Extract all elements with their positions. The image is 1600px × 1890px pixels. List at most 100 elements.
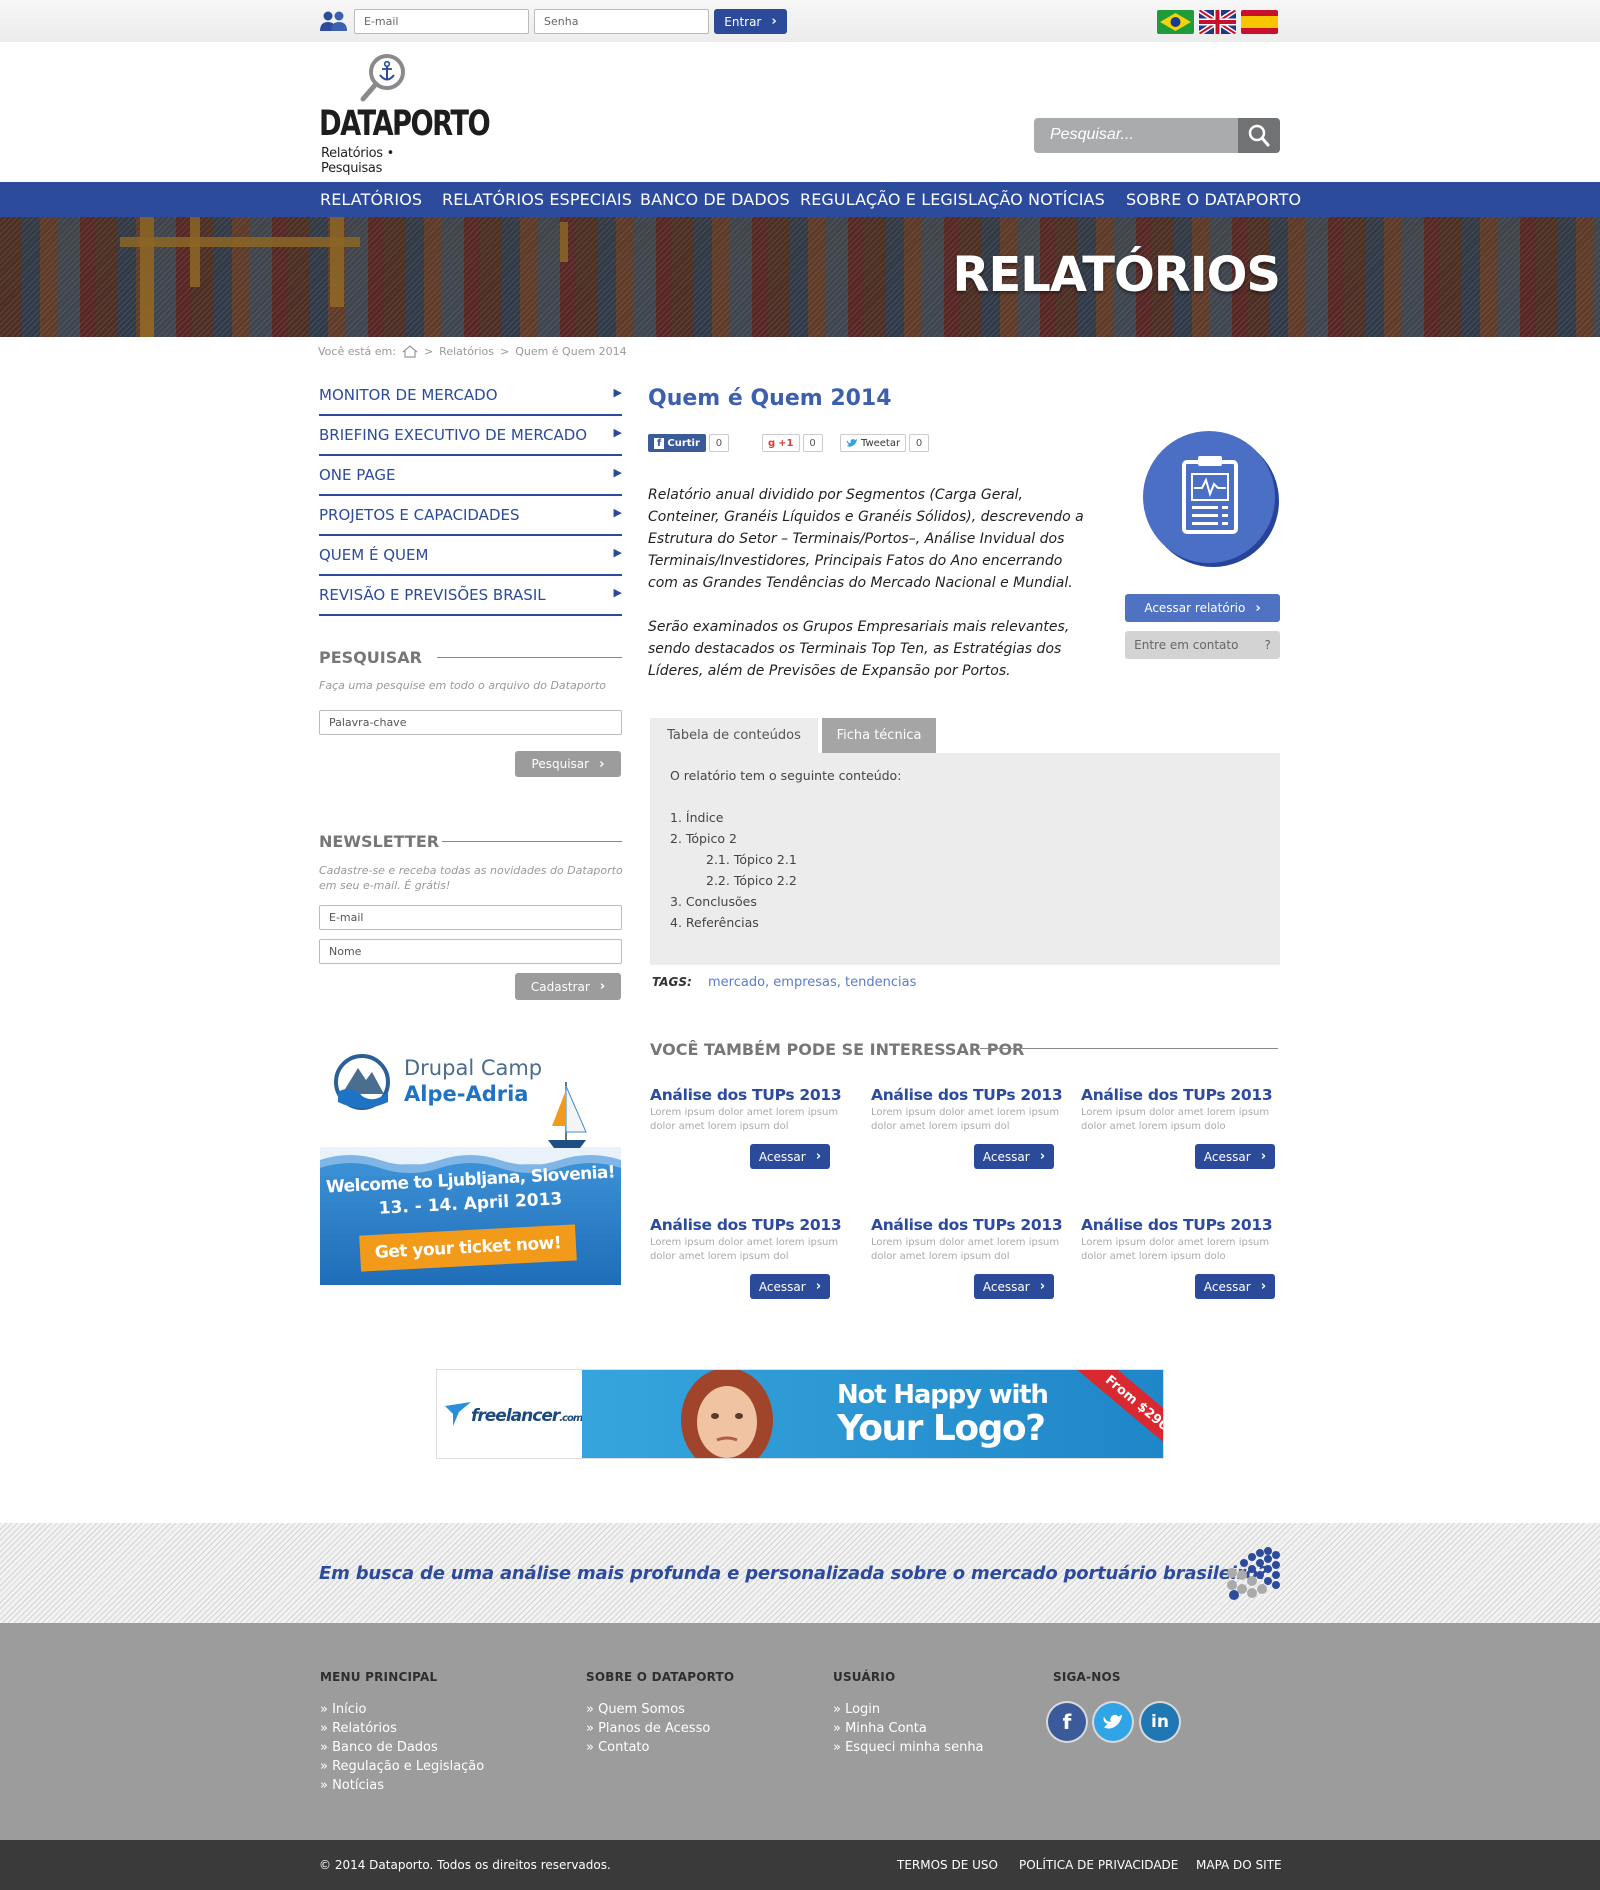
related-card-title[interactable]: Análise dos TUPs 2013 <box>650 1086 850 1104</box>
google-plus[interactable]: g +1 0 <box>762 433 823 453</box>
tags-values[interactable]: mercado, empresas, tendencias <box>708 975 916 990</box>
flag-spain-icon[interactable] <box>1241 10 1278 34</box>
triangle-right-icon: ▶ <box>613 507 622 519</box>
freelancer-logo-area: freelancer.com <box>437 1370 583 1458</box>
keyword-input[interactable]: Palavra-chave <box>319 710 622 735</box>
related-access-button[interactable]: Acessar › <box>974 1274 1054 1299</box>
footer-link[interactable]: » Notícias <box>320 1776 484 1795</box>
sidebar-item-projetos[interactable]: PROJETOS E CAPACIDADES ▶ <box>319 498 622 536</box>
nav-item-noticias[interactable]: NOTÍCIAS <box>1028 190 1105 209</box>
sidebar-search-button[interactable]: Pesquisar › <box>515 751 621 777</box>
flag-uk-icon[interactable] <box>1199 10 1236 34</box>
related-access-button[interactable]: Acessar › <box>1195 1274 1275 1299</box>
related-card-text: Lorem ipsum dolor amet lorem ipsum dolor… <box>1081 1237 1270 1262</box>
footer-link[interactable]: » Regulação e Legislação <box>320 1757 484 1776</box>
related-card-title[interactable]: Análise dos TUPs 2013 <box>1081 1216 1281 1234</box>
related-access-button[interactable]: Acessar › <box>1195 1144 1275 1169</box>
triangle-right-icon: ▶ <box>613 547 622 559</box>
toc-intro: O relatório tem o seguinte conteúdo: <box>670 768 902 783</box>
footer-column-title: USUÁRIO <box>833 1670 896 1684</box>
report-title: Quem é Quem 2014 <box>648 386 892 411</box>
nav-item-relatorios-especiais[interactable]: RELATÓRIOS ESPECIAIS <box>442 190 632 209</box>
home-icon[interactable] <box>402 345 418 358</box>
login-email-input[interactable]: E-mail <box>354 9 529 34</box>
footer-link[interactable]: » Quem Somos <box>586 1700 734 1719</box>
related-card-title[interactable]: Análise dos TUPs 2013 <box>650 1216 850 1234</box>
footer-link[interactable]: » Relatórios <box>320 1719 484 1738</box>
breadcrumb: Você está em: > Relatórios > Quem é Quem… <box>318 345 627 358</box>
cta-strip-message[interactable]: Em busca de uma análise mais profunda e … <box>319 1563 1268 1584</box>
nav-item-sobre[interactable]: SOBRE O DATAPORTO <box>1126 190 1301 209</box>
sidebar-item-monitor[interactable]: MONITOR DE MERCADO ▶ <box>319 378 622 416</box>
sidebar-item-briefing[interactable]: BRIEFING EXECUTIVO DE MERCADO ▶ <box>319 418 622 456</box>
toc-item: 2.2. Tópico 2.2 <box>706 873 797 888</box>
flag-brazil-icon[interactable] <box>1157 10 1194 34</box>
related-card-title[interactable]: Análise dos TUPs 2013 <box>1081 1086 1281 1104</box>
linkedin-icon[interactable]: in <box>1141 1703 1179 1741</box>
nav-item-relatorios[interactable]: RELATÓRIOS <box>320 190 422 209</box>
related-card-title[interactable]: Análise dos TUPs 2013 <box>871 1216 1071 1234</box>
triangle-right-icon: ▶ <box>613 467 622 479</box>
drupal-ad-cta[interactable]: Get your ticket now! <box>359 1224 577 1272</box>
related-access-button[interactable]: Acessar › <box>750 1274 830 1299</box>
tab-tabela-de-conteudos[interactable]: Tabela de conteúdos <box>650 718 818 753</box>
facebook-like[interactable]: f Curtir 0 <box>648 433 729 453</box>
divider <box>442 841 622 842</box>
footer-link[interactable]: » Esqueci minha senha <box>833 1738 984 1757</box>
nav-item-regulacao[interactable]: REGULAÇÃO E LEGISLAÇÃO <box>800 190 1023 209</box>
related-card-title[interactable]: Análise dos TUPs 2013 <box>871 1086 1071 1104</box>
bottom-link-privacidade[interactable]: POLÍTICA DE PRIVACIDADE <box>1019 1858 1178 1872</box>
header-search[interactable]: Pesquisar... <box>1034 118 1280 153</box>
newsletter-name-input[interactable]: Nome <box>319 939 622 964</box>
breadcrumb-prefix: Você está em: <box>318 345 396 358</box>
newsletter-submit-button[interactable]: Cadastrar › <box>515 973 621 1000</box>
related-access-button[interactable]: Acessar › <box>750 1144 830 1169</box>
footer-link[interactable]: » Início <box>320 1700 484 1719</box>
freelancer-brand-name: freelancer <box>471 1406 560 1426</box>
facebook-like-button[interactable]: f Curtir <box>648 434 706 452</box>
freelancer-bird-icon <box>445 1402 471 1426</box>
bottom-link-termos[interactable]: TERMOS DE USO <box>897 1858 998 1872</box>
nav-item-banco-de-dados[interactable]: BANCO DE DADOS <box>640 190 790 209</box>
breadcrumb-relatorios[interactable]: Relatórios <box>439 345 494 358</box>
freelancer-ad[interactable]: freelancer.com Not Happy with Your Logo?… <box>436 1369 1164 1459</box>
footer-link[interactable]: » Contato <box>586 1738 734 1757</box>
sidebar-item-quem-e-quem[interactable]: QUEM É QUEM ▶ <box>319 538 622 576</box>
login-password-input[interactable]: Senha <box>534 9 709 34</box>
twitter-tweet[interactable]: Tweetar 0 <box>840 433 930 453</box>
access-report-button[interactable]: Acessar relatório › <box>1125 594 1280 622</box>
google-plus-button[interactable]: g +1 <box>762 434 800 452</box>
tab-ficha-tecnica[interactable]: Ficha técnica <box>822 718 936 753</box>
bottom-link-mapa[interactable]: MAPA DO SITE <box>1196 1858 1282 1872</box>
twitter-icon[interactable] <box>1094 1703 1132 1741</box>
sidebar-item-one-page[interactable]: ONE PAGE ▶ <box>319 458 622 496</box>
breadcrumb-current: Quem é Quem 2014 <box>515 345 627 358</box>
newsletter-note-line: Cadastre-se e receba todas as novidades … <box>319 864 623 877</box>
related-access-label: Acessar <box>758 1279 806 1294</box>
footer-link[interactable]: » Login <box>833 1700 984 1719</box>
contact-button[interactable]: Entre em contato? <box>1125 631 1280 659</box>
footer-link[interactable]: » Minha Conta <box>833 1719 984 1738</box>
related-access-button[interactable]: Acessar › <box>974 1144 1054 1169</box>
facebook-icon[interactable]: f <box>1048 1703 1086 1741</box>
sidebar-item-label: MONITOR DE MERCADO <box>319 386 498 404</box>
tweet-button[interactable]: Tweetar <box>840 434 907 452</box>
login-button[interactable]: Entrar › <box>714 9 787 34</box>
related-title: VOCÊ TAMBÉM PODE SE INTERESSAR POR <box>650 1040 1025 1059</box>
drupal-camp-ad[interactable]: Drupal Camp Alpe-Adria Welcome to Ljublj… <box>320 1034 621 1285</box>
search-button[interactable] <box>1238 118 1280 153</box>
related-card-text: Lorem ipsum dolor amet lorem ipsum dolor… <box>871 1237 1060 1262</box>
header-search-input[interactable]: Pesquisar... <box>1050 126 1134 144</box>
contact-label: Entre em contato <box>1134 638 1239 652</box>
divider <box>437 657 622 658</box>
sidebar-item-revisao[interactable]: REVISÃO E PREVISÕES BRASIL ▶ <box>319 578 622 616</box>
divider <box>980 1048 1278 1049</box>
newsletter-email-input[interactable]: E-mail <box>319 905 622 930</box>
footer-link[interactable]: » Banco de Dados <box>320 1738 484 1757</box>
chevron-right-icon: › <box>599 979 606 994</box>
search-icon <box>1248 124 1270 147</box>
footer-link[interactable]: » Planos de Acesso <box>586 1719 734 1738</box>
dataporto-logo[interactable]: DATAPORTO Relatórios • Pesquisas <box>319 52 491 176</box>
facebook-icon: f <box>654 437 665 449</box>
drupal-mountain-logo <box>334 1054 390 1110</box>
